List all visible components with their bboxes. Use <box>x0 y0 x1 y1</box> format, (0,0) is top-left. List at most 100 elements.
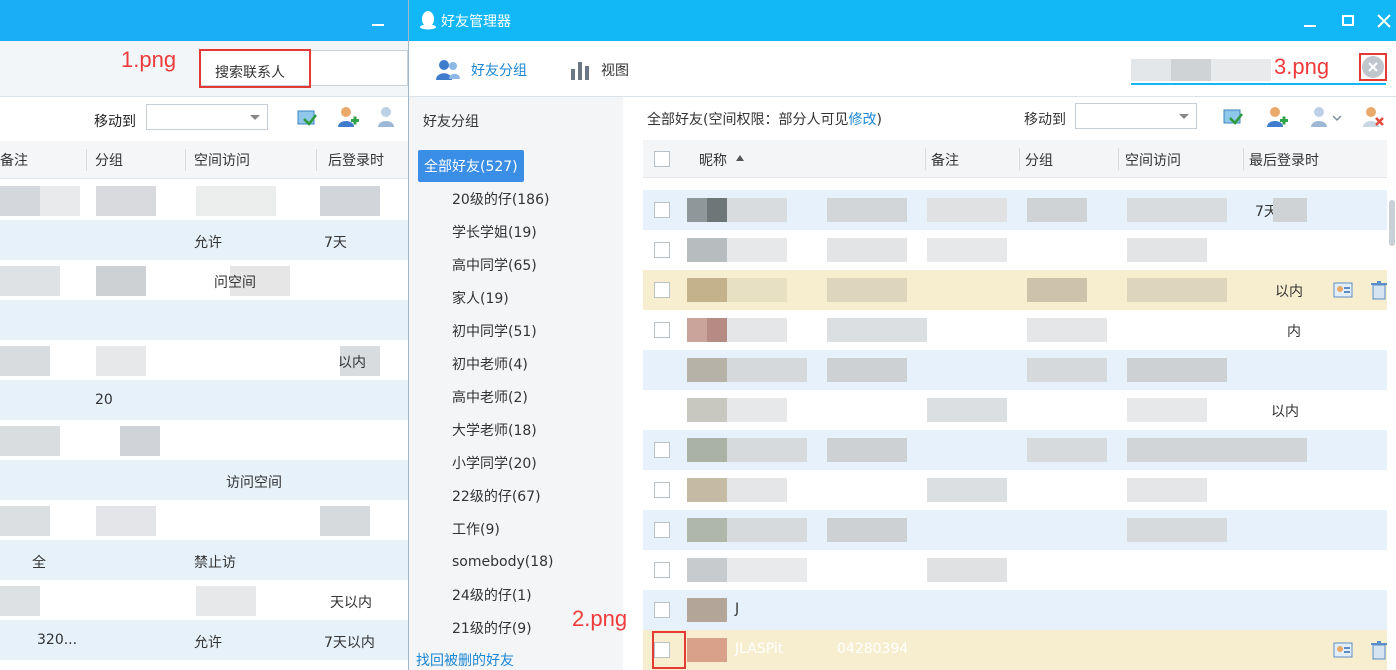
background-action-bar: 移动到 <box>0 97 408 141</box>
sidebar-item-group[interactable]: 20级的仔(186) <box>452 183 549 215</box>
close-icon <box>1377 14 1391 28</box>
close-button[interactable] <box>1373 10 1395 32</box>
trash-icon[interactable] <box>1369 280 1389 300</box>
row-checkbox[interactable] <box>654 282 670 298</box>
move-to-select[interactable] <box>1075 103 1197 129</box>
table-row[interactable] <box>0 380 408 420</box>
background-table-body: 问空间 允许 7天 以内 20 访问空间 全 禁止访 天以内 320... 7天… <box>0 180 408 670</box>
column-space-access[interactable]: 空间访问 <box>1125 150 1181 170</box>
row-checkbox[interactable] <box>654 602 670 618</box>
sidebar-item-group[interactable]: 学长学姐(19) <box>452 216 537 248</box>
table-row[interactable]: 以内 <box>643 270 1387 310</box>
select-all-checkbox[interactable] <box>654 151 670 167</box>
profile-card-icon[interactable] <box>1333 640 1353 660</box>
navbar: 好友分组 视图 <box>409 41 1396 97</box>
table-row[interactable]: 以内 <box>643 390 1387 430</box>
row-checkbox[interactable] <box>654 522 670 538</box>
export-icon[interactable] <box>1221 105 1245 129</box>
sidebar-item-group[interactable]: 初中老师(4) <box>452 348 528 380</box>
table-row[interactable]: 7天 <box>643 190 1387 230</box>
cell-text: 允许 <box>194 235 222 251</box>
minimize-icon <box>1304 25 1316 27</box>
sidebar-item-group[interactable]: 初中同学(51) <box>452 315 537 347</box>
sidebar-item-group[interactable]: 高中同学(65) <box>452 249 537 281</box>
column-remark[interactable]: 备注 <box>931 150 959 170</box>
row-checkbox[interactable] <box>654 322 670 338</box>
background-window: 搜索联系人 移动到 备注 分组 空间访问 后登录时 问空间 允许 7天 以内 2… <box>0 0 408 670</box>
tab-view[interactable]: 视图 <box>569 59 629 81</box>
row-checkbox[interactable] <box>654 202 670 218</box>
group-sidebar: 好友分组 全部好友(527) 20级的仔(186) 学长学姐(19) 高中同学(… <box>409 97 623 670</box>
table-row[interactable] <box>643 550 1387 590</box>
move-to-select[interactable] <box>146 104 268 130</box>
friend-search-input[interactable] <box>1131 53 1386 85</box>
sort-ascending-icon <box>736 155 744 161</box>
sidebar-item-group[interactable]: 高中老师(2) <box>452 381 528 413</box>
manage-user-icon[interactable] <box>1309 105 1343 129</box>
column-nickname[interactable]: 昵称 <box>699 150 727 170</box>
table-row[interactable] <box>643 510 1387 550</box>
cell-text: 320... <box>37 632 78 648</box>
annotation-label-3: 3.png <box>1274 54 1330 79</box>
table-row[interactable] <box>643 430 1387 470</box>
column-last-login[interactable]: 后登录时 <box>328 150 384 170</box>
column-last-login[interactable]: 最后登录时 <box>1249 150 1319 170</box>
table-scrollbar[interactable] <box>1389 200 1395 246</box>
maximize-icon <box>1342 15 1354 26</box>
qq-penguin-icon <box>420 11 436 30</box>
table-row[interactable] <box>643 230 1387 270</box>
sidebar-item-group[interactable]: 21级的仔(9) <box>452 612 532 644</box>
recover-deleted-friends-link[interactable]: 找回被删的好友 <box>416 650 514 670</box>
tab-friend-groups[interactable]: 好友分组 <box>435 59 527 81</box>
sidebar-item-group[interactable]: 家人(19) <box>452 282 509 314</box>
add-user-icon[interactable] <box>336 105 360 129</box>
sidebar-item-all-friends[interactable]: 全部好友(527) <box>418 150 524 182</box>
move-to-label: 移动到 <box>94 114 136 130</box>
table-row[interactable] <box>0 260 408 300</box>
export-icon[interactable] <box>296 107 318 129</box>
row-checkbox[interactable] <box>654 442 670 458</box>
profile-card-icon[interactable] <box>1333 280 1353 300</box>
table-row[interactable]: 内 <box>643 310 1387 350</box>
row-checkbox[interactable] <box>654 242 670 258</box>
column-group[interactable]: 分组 <box>95 150 123 170</box>
cell-text: 问空间 <box>214 275 256 291</box>
sidebar-item-group[interactable]: 工作(9) <box>452 513 500 545</box>
sidebar-item-group[interactable]: 22级的仔(67) <box>452 480 541 512</box>
table-row[interactable] <box>643 470 1387 510</box>
sidebar-item-group[interactable]: 小学同学(20) <box>452 447 537 479</box>
tab-label: 视图 <box>601 63 629 79</box>
row-checkbox[interactable] <box>654 482 670 498</box>
space-permission-info: 全部好友(空间权限：部分人可见修改) <box>647 109 882 129</box>
table-row[interactable] <box>0 300 408 340</box>
minimize-icon[interactable] <box>372 24 384 26</box>
cell-text: 7天以内 <box>324 635 375 651</box>
table-row[interactable]: J <box>643 590 1387 630</box>
cell-text: 以内 <box>338 355 366 371</box>
table-row[interactable] <box>0 460 408 500</box>
delete-user-icon[interactable] <box>1361 105 1385 129</box>
annotation-label-2: 2.png <box>572 606 628 631</box>
column-space-access[interactable]: 空间访问 <box>194 150 250 170</box>
table-row[interactable] <box>643 350 1387 390</box>
minimize-button[interactable] <box>1299 10 1321 32</box>
cell-text: 7天 <box>324 235 347 251</box>
add-user-icon[interactable] <box>1265 105 1289 129</box>
modify-permission-link[interactable]: 修改 <box>848 112 876 128</box>
sidebar-item-group[interactable]: somebody(18) <box>452 546 553 578</box>
manage-user-icon[interactable] <box>376 105 400 129</box>
trash-icon[interactable] <box>1369 640 1389 660</box>
row-checkbox[interactable] <box>654 562 670 578</box>
sidebar-item-group[interactable]: 24级的仔(1) <box>452 579 532 611</box>
tab-label: 好友分组 <box>471 63 527 79</box>
move-to-label: 移动到 <box>1024 112 1066 128</box>
table-row[interactable] <box>0 420 408 460</box>
maximize-button[interactable] <box>1337 10 1359 32</box>
table-row[interactable]: JLASPit 04280394 <box>643 630 1387 670</box>
cell-text: 访问空间 <box>226 475 282 491</box>
cell-text: 天以内 <box>330 595 372 611</box>
sidebar-item-group[interactable]: 大学老师(18) <box>452 414 537 446</box>
column-group[interactable]: 分组 <box>1025 150 1053 170</box>
column-remark[interactable]: 备注 <box>0 150 28 170</box>
annotation-box-clear <box>1359 53 1387 81</box>
